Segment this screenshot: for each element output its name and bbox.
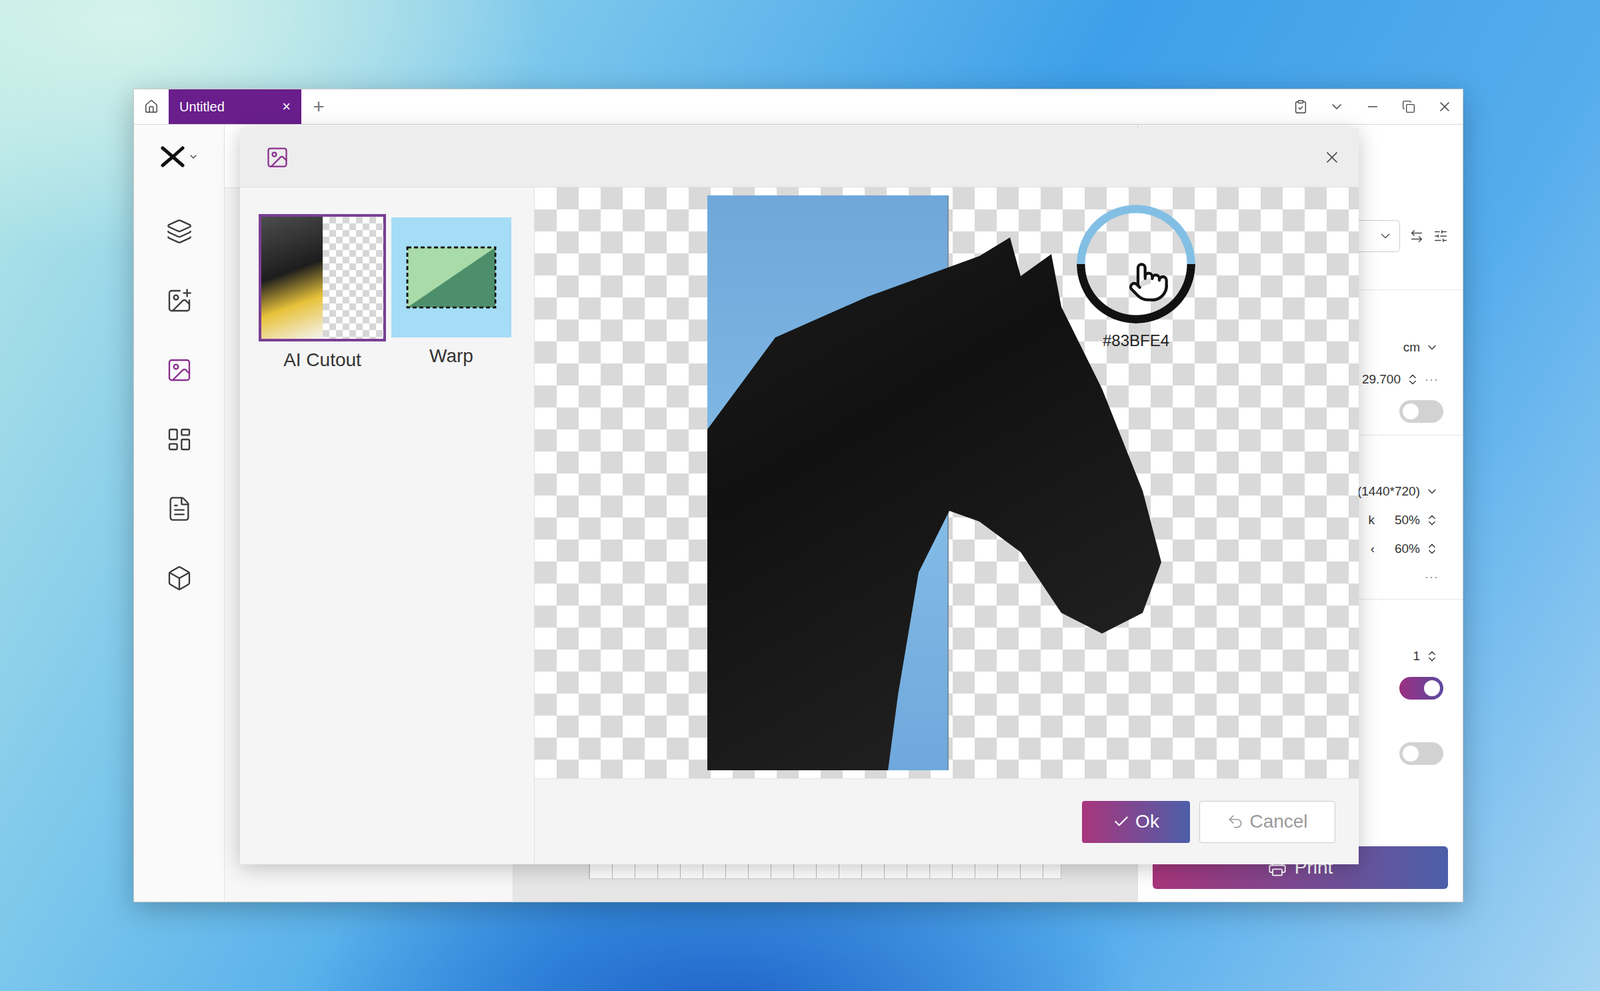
title-bar: Untitled × + (134, 89, 1463, 125)
add-image-icon (166, 287, 193, 314)
ai-image-icon (166, 356, 193, 384)
tool-label: Warp (429, 345, 474, 367)
picker-ring (1076, 204, 1196, 324)
tool-label: AI Cutout (283, 349, 362, 371)
tool-card[interactable]: Warp (391, 214, 512, 367)
swap-icon[interactable] (1409, 228, 1424, 244)
chevron-icon (1425, 340, 1439, 354)
chevron-icon (1378, 228, 1393, 244)
preview-canvas[interactable]: #83BFE4 (534, 187, 1359, 778)
hand-cursor-icon (1127, 260, 1170, 304)
restore-button[interactable] (1390, 89, 1427, 124)
logo-icon (160, 146, 186, 168)
resolution-value[interactable]: (1440*720) (1357, 484, 1420, 499)
document-icon (166, 495, 193, 522)
color-picker[interactable]: #83BFE4 (1076, 204, 1196, 350)
check-icon (1112, 812, 1130, 830)
stepper-icon[interactable] (1425, 542, 1439, 556)
setting-switch[interactable] (1399, 742, 1444, 765)
unit-value: cm (1403, 340, 1420, 355)
toucan-photo (261, 216, 323, 339)
layout-icon (166, 426, 193, 453)
cube-icon (166, 564, 193, 592)
setting-value[interactable]: 60% (1380, 541, 1420, 556)
tool-thumbnail (391, 217, 512, 338)
dropdown-icon (1328, 98, 1345, 115)
picker-color-value: #83BFE4 (1102, 331, 1170, 350)
close-window-button[interactable] (1426, 89, 1463, 124)
minimize-icon (1365, 99, 1380, 114)
settings-icon[interactable] (1433, 228, 1448, 244)
cursor (1127, 260, 1170, 304)
sidebar-item[interactable] (134, 196, 225, 266)
dialog-header (240, 128, 1359, 188)
setting-label: k (1368, 512, 1376, 528)
setting-switch[interactable] (1399, 676, 1444, 700)
setting-value[interactable]: 50% (1380, 512, 1420, 528)
size-value[interactable]: 29.700 (1362, 372, 1401, 387)
new-tab-button[interactable]: + (301, 89, 336, 124)
document-tab[interactable]: Untitled × (168, 89, 302, 124)
sidebar-item[interactable] (134, 266, 225, 336)
option-switch[interactable] (1399, 400, 1444, 423)
sidebar-item[interactable] (134, 404, 225, 474)
preview-column: #83BFE4 OkCancel (534, 187, 1359, 864)
tool-thumbnail (258, 214, 386, 342)
more-button[interactable]: ··· (1424, 372, 1439, 387)
home-button[interactable] (134, 89, 169, 124)
chevron-icon (1425, 484, 1439, 498)
logo-menu[interactable] (134, 124, 224, 188)
layers-icon (166, 218, 193, 245)
close-icon (1436, 98, 1453, 115)
tab-close-button[interactable]: × (282, 99, 291, 114)
menu-button[interactable] (1318, 89, 1355, 124)
tool-card[interactable]: AI Cutout (258, 214, 386, 371)
minimize-button[interactable] (1354, 89, 1391, 124)
ai-image-icon (265, 145, 290, 170)
warp-icon (404, 244, 498, 310)
stepper-icon[interactable] (1406, 372, 1420, 386)
restore-icon (1402, 100, 1416, 114)
setting-label: ‹ (1370, 541, 1375, 556)
cancel-button[interactable]: Cancel (1199, 800, 1336, 843)
sidebar-item[interactable] (134, 335, 225, 405)
sidebar-item[interactable] (134, 543, 225, 613)
close-icon (1322, 148, 1342, 167)
dialog-close-button[interactable] (1322, 148, 1342, 167)
ai-tools-dialog: AI Cutout Warp #83BFE4 OkCancel (240, 128, 1359, 864)
tab-label: Untitled (179, 99, 225, 115)
ok-button[interactable]: Ok (1082, 800, 1190, 843)
clipboard-icon (1293, 99, 1308, 114)
app-window: Untitled × + cm 29.700 ··· (1440*720) k50% ‹ 60% ·… (133, 88, 1464, 902)
dialog-body: AI Cutout Warp #83BFE4 OkCancel (240, 187, 1359, 864)
chevron-icon (188, 151, 199, 162)
stepper-icon[interactable] (1425, 649, 1439, 663)
sidebar (134, 124, 225, 902)
more-button[interactable]: ··· (1424, 570, 1439, 584)
sidebar-item[interactable] (134, 474, 225, 544)
sidebar-nav (134, 188, 225, 613)
desktop: Untitled × + cm 29.700 ··· (1440*720) k50% ‹ 60% ·… (0, 0, 1600, 991)
stepper-icon[interactable] (1425, 513, 1439, 527)
copies-value[interactable]: 1 (1412, 648, 1420, 664)
dialog-footer: OkCancel (534, 778, 1359, 864)
transparent-area (322, 216, 384, 339)
tool-list: AI Cutout Warp (240, 187, 535, 864)
undo-icon (1226, 812, 1244, 830)
tasks-button[interactable] (1282, 89, 1319, 124)
home-icon (144, 99, 159, 114)
ruler (588, 862, 1062, 879)
